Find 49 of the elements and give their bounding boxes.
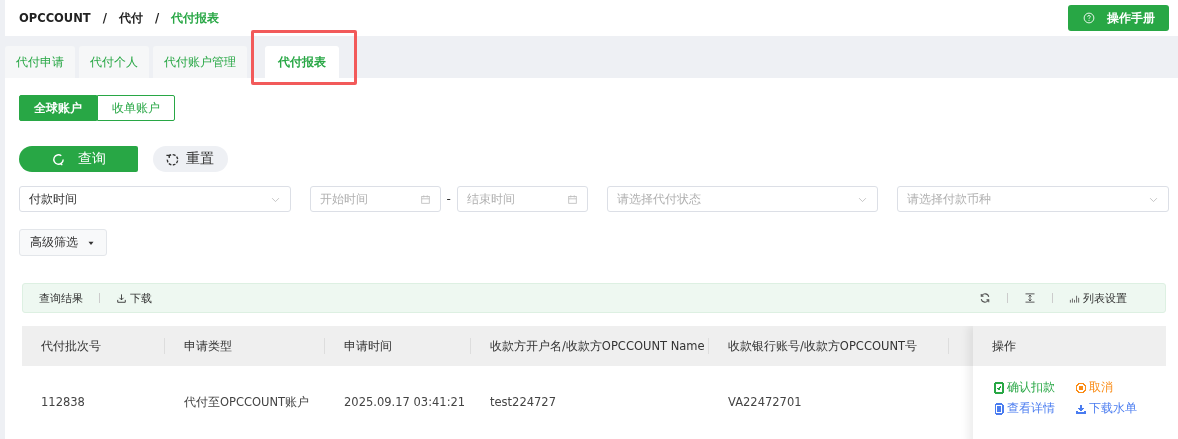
expand-button[interactable] [1024,292,1036,304]
column-header: 收款方开户名/收款方OPCCOUNT Name [471,326,709,366]
date-type-select[interactable]: 付款时间 [19,186,291,212]
table-cell-text: 2025.09.17 03:41:21 [343,394,467,411]
tab[interactable]: 代付个人 [79,46,149,78]
account-tab[interactable]: 全球账户 [19,95,97,121]
search-button[interactable]: 查询 [19,146,138,172]
reset-icon [165,151,180,167]
currency-select[interactable]: 请选择付款币种 [897,186,1169,212]
tab[interactable]: 代付申请 [5,46,75,78]
refresh-icon [979,292,991,304]
action-link[interactable]: 确认扣款 [993,380,1055,395]
table-cell-text: 112838 [40,394,86,411]
calendar-icon [566,193,578,205]
help-icon [1083,12,1095,24]
breadcrumb-item[interactable]: OPCCOUNT [19,11,91,25]
reset-button[interactable]: 重置 [153,146,228,172]
column-header: 收款银行账号/收款方OPCCOUNT号 [709,326,949,366]
result-title: 查询结果 [39,290,83,306]
tab[interactable]: 代付账户管理 [153,46,247,78]
column-header: 申请类型 [165,326,325,366]
table-cell-text: test224727 [489,394,557,411]
column-header: 操作 [973,326,1166,366]
account-tab[interactable]: 收单账户 [97,95,175,121]
action-link[interactable]: 取消 [1075,380,1113,395]
download-icon [116,292,127,304]
breadcrumb-separator: / [102,11,107,25]
column-header: 代付批次号 [22,326,165,366]
vertical-expand-icon [1024,292,1036,304]
column-header: 申请时间 [325,326,471,366]
start-date-field[interactable]: 开始时间 [309,186,441,212]
table-cell-text: 代付至OPCCOUNT账户 [183,393,311,411]
range-separator: - [446,192,451,206]
advanced-filter-button[interactable]: 高级筛选 [19,229,107,256]
breadcrumb-item: 代付报表 [171,10,220,26]
manual-button[interactable]: 操作手册 [1068,5,1169,31]
search-icon [51,151,66,167]
table-cell-text: VA22472701 [727,394,803,411]
action-link[interactable]: 下载水单 [1075,401,1137,416]
end-date-field[interactable]: 结束时间 [456,186,588,212]
download-button[interactable]: 下载 [116,290,152,306]
breadcrumb-separator: / [154,11,160,25]
status-select[interactable]: 请选择代付状态 [606,186,879,212]
action-link[interactable]: 查看详情 [993,401,1055,416]
breadcrumb-item[interactable]: 代付 [118,10,143,26]
calendar-icon [419,193,431,205]
column-settings-button[interactable]: 列表设置 [1069,290,1127,306]
tab[interactable]: 代付报表 [265,46,339,78]
refresh-button[interactable] [979,292,991,304]
